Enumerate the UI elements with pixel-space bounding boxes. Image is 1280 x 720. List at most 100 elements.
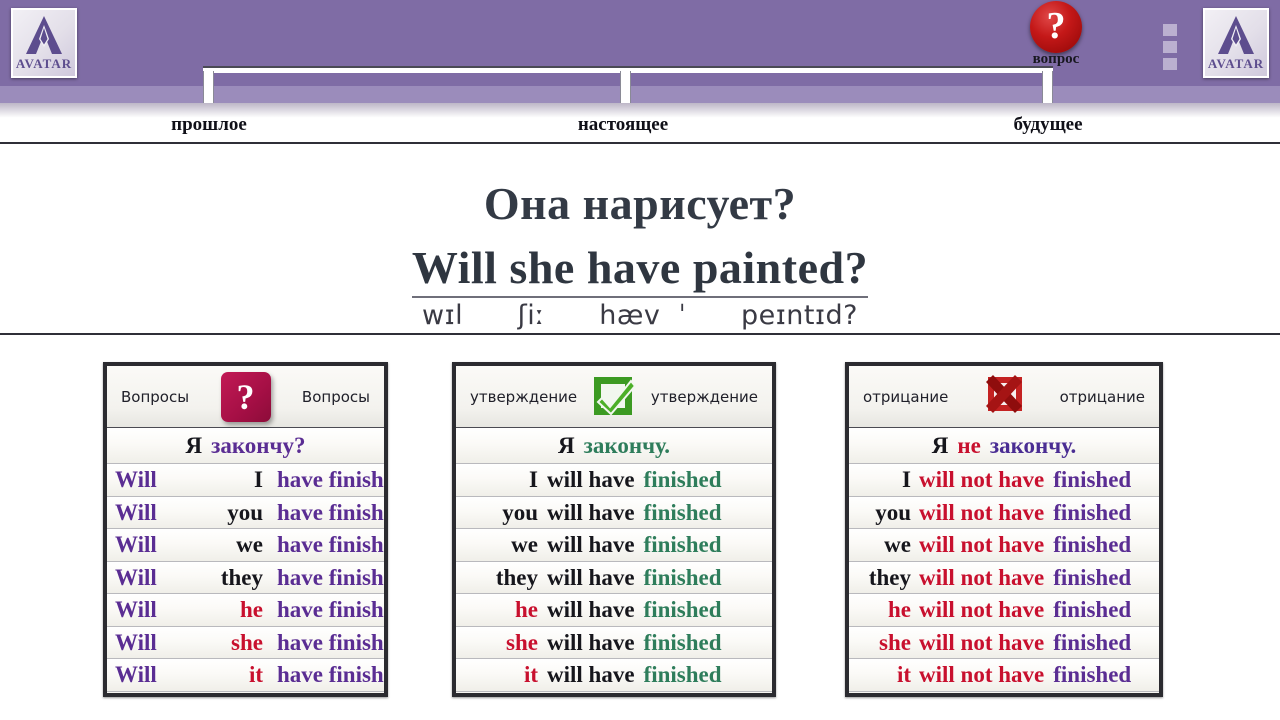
aux-cell: will have [547, 532, 635, 557]
pronoun-cell: I [902, 467, 911, 492]
table-row: Will she have finished [107, 626, 384, 659]
ru-prefix: Я [558, 433, 575, 458]
table-row: you will not have finished [849, 496, 1159, 529]
pronoun-cell: he [240, 597, 263, 622]
pronoun-cell: he [888, 597, 911, 622]
verb-cell: finished [643, 532, 722, 557]
kebab-dot-2 [1163, 41, 1177, 53]
table-row: we will not have finished [849, 529, 1159, 562]
table-row: Will they have finished [107, 561, 384, 594]
table-row: we will have finished [456, 529, 772, 562]
verb-cell: finished [643, 467, 722, 492]
avatar-logo-right[interactable]: AVATAR [1203, 8, 1269, 78]
timeline-tick-future [1042, 71, 1053, 103]
aux-cell: Will [115, 467, 157, 492]
aux-cell: Will [115, 662, 157, 687]
ru-rest: закончу. [583, 433, 670, 458]
aux-cell: will have [547, 467, 635, 492]
english-sentence-block: Will she have painted? wɪl ʃiː hæv ˈ peɪ… [411, 245, 869, 331]
table-row: it will have finished [456, 659, 772, 692]
predicate-cell: have finished [277, 564, 384, 590]
negative-header-left: отрицание [863, 388, 949, 406]
verb-cell: finished [643, 629, 722, 655]
kebab-menu-icon[interactable] [1163, 24, 1177, 75]
aux-cell: will have [547, 564, 635, 590]
pronoun-cell: you [502, 499, 538, 525]
english-sentence: Will she have painted? [411, 245, 869, 298]
question-mark-icon: ? [220, 372, 271, 422]
timeline-label-present[interactable]: настоящее [543, 114, 703, 136]
affirmative-table-header: утверждение утверждение [456, 366, 772, 428]
aux-cell: Will [115, 629, 157, 655]
aux-cell: will not have [919, 499, 1045, 525]
green-check-icon [589, 372, 639, 422]
table-row: Will it have finished [107, 659, 384, 692]
timeline-label-past[interactable]: прошлое [129, 114, 289, 136]
pronoun-cell: they [868, 564, 911, 590]
questions-table: Вопросы ? Вопросы Язакончу? Will Ihave fi… [103, 362, 388, 697]
verb-cell: finished [643, 564, 722, 590]
phonetic-transcription: wɪl ʃiː hæv ˈ peɪntɪd? [422, 300, 858, 331]
verb-cell: finished [643, 597, 722, 622]
pronoun-cell: I [529, 467, 538, 492]
pronoun-cell: she [506, 629, 538, 655]
sentence-panel: Она нарисует? Will she have painted? wɪl… [0, 145, 1280, 335]
pronoun-cell: you [227, 499, 263, 525]
predicate-cell: have finished [277, 499, 384, 525]
timeline-label-strip: прошлое настоящее будущее [0, 103, 1280, 144]
table-row: Will he have finished [107, 594, 384, 627]
predicate-cell: have finished [277, 467, 384, 492]
verb-cell: finished [643, 662, 722, 687]
avatar-a-icon [26, 16, 62, 54]
kebab-dot-3 [1163, 58, 1177, 70]
verb-cell: finished [1053, 499, 1132, 525]
table-row: they will have finished [456, 561, 772, 594]
aux-cell: Will [115, 532, 157, 557]
avatar-logo-left-text: AVATAR [15, 56, 73, 71]
avatar-logo-right-text: AVATAR [1207, 56, 1265, 71]
pronoun-cell: I [254, 467, 263, 492]
question-mark-icon-glyph: ? [220, 372, 271, 422]
tense-timeline[interactable] [203, 66, 1053, 103]
table-row: Iwill not have finished [849, 464, 1159, 497]
affirmative-russian-example: Язакончу. [456, 428, 772, 464]
timeline-label-future[interactable]: будущее [968, 114, 1128, 136]
table-row: Iwill have finished [456, 464, 772, 497]
aux-cell: will not have [919, 467, 1045, 492]
table-row: it will not have finished [849, 659, 1159, 692]
avatar-logo-left[interactable]: AVATAR [11, 8, 77, 78]
verb-cell: finished [1053, 564, 1132, 590]
red-cross-icon [979, 372, 1029, 422]
affirmative-header-left: утверждение [470, 388, 578, 406]
affirmative-header-right: утверждение [650, 388, 758, 406]
negative-table: отрицание отрицание Яне закончу. Iwill no… [845, 362, 1163, 697]
timeline-tick-present [620, 71, 631, 103]
pronoun-cell: we [511, 532, 538, 557]
aux-cell: will not have [919, 564, 1045, 590]
table-row: Will you have finished [107, 496, 384, 529]
negative-table-header: отрицание отрицание [849, 366, 1159, 428]
aux-cell: Will [115, 499, 157, 525]
avatar-a-icon [1218, 16, 1254, 54]
aux-cell: will have [547, 629, 635, 655]
questions-header-right: Вопросы [301, 388, 370, 406]
table-row: you will have finished [456, 496, 772, 529]
table-row: Will Ihave finished [107, 464, 384, 497]
pronoun-cell: we [236, 532, 263, 557]
aux-cell: Will [115, 564, 157, 590]
pronoun-cell: you [875, 499, 911, 525]
question-indicator[interactable]: ? вопрос [1017, 0, 1095, 68]
ru-rest: закончу. [989, 433, 1077, 458]
aux-cell: will not have [919, 597, 1045, 622]
aux-cell: will not have [919, 629, 1045, 655]
predicate-cell: have finished [277, 662, 384, 687]
pronoun-cell: it [248, 662, 263, 687]
ru-negation: не [957, 433, 981, 458]
table-row: he will not have finished [849, 594, 1159, 627]
verb-cell: finished [1053, 662, 1132, 687]
ru-prefix: Я [185, 433, 203, 458]
question-mark-badge: ? [1030, 1, 1082, 53]
table-row: Will we have finished [107, 529, 384, 562]
table-row: he will have finished [456, 594, 772, 627]
russian-sentence: Она нарисует? [483, 178, 797, 229]
